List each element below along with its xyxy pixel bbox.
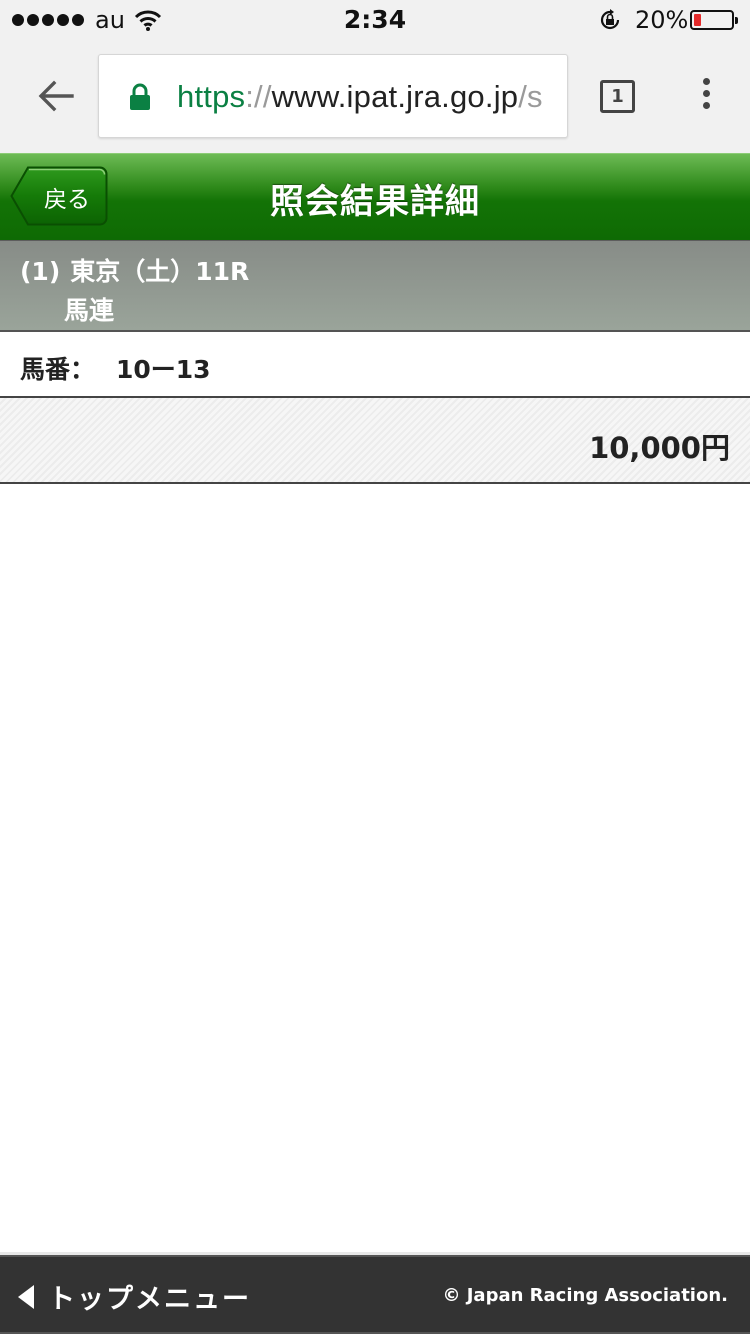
page-title: 照会結果詳細 [270,182,480,222]
horse-numbers-row: 馬番： 10ー13 [0,332,750,398]
bet-amount: 10,000円 [589,431,730,465]
horse-numbers-value: 10ー13 [116,355,211,384]
url-path: /s [518,79,543,114]
horse-numbers-label: 馬番： [20,355,96,384]
copyright: © Japan Racing Association. [442,1285,728,1306]
tab-switcher-icon[interactable]: 1 [600,80,635,113]
url-host: www.ipat.jra.go.jp [271,79,519,114]
amount-row: 10,000円 [0,398,750,484]
race-line: (1) 東京（土）11R [20,252,249,288]
page-header: 戻る 照会結果詳細 [0,153,750,240]
more-vert-icon[interactable] [696,78,716,114]
battery-icon [690,10,738,30]
padlock-icon [130,83,150,110]
race-number: (1) [20,257,61,286]
footer: トップメニュー © Japan Racing Association. [0,1252,750,1334]
url-scheme: https [177,79,246,114]
url-text: https://www.ipat.jra.go.jp/s [177,79,543,115]
top-menu-link[interactable]: トップメニュー [18,1277,251,1316]
browser-toolbar: https://www.ipat.jra.go.jp/s 1 [0,40,750,153]
address-bar[interactable]: https://www.ipat.jra.go.jp/s [98,54,568,138]
url-separator: :// [245,79,272,114]
back-arrow-icon[interactable] [36,76,76,116]
bet-type: 馬連 [64,296,115,325]
triangle-left-icon [18,1284,34,1309]
battery-percent: 20% [635,6,689,34]
top-menu-label: トップメニュー [48,1284,251,1315]
rotation-lock-icon [600,9,620,30]
race-description: 東京（土）11R [70,257,250,286]
race-info: (1) 東京（土）11R 馬連 [0,240,750,332]
status-bar: au 2:34 20% [0,0,750,40]
